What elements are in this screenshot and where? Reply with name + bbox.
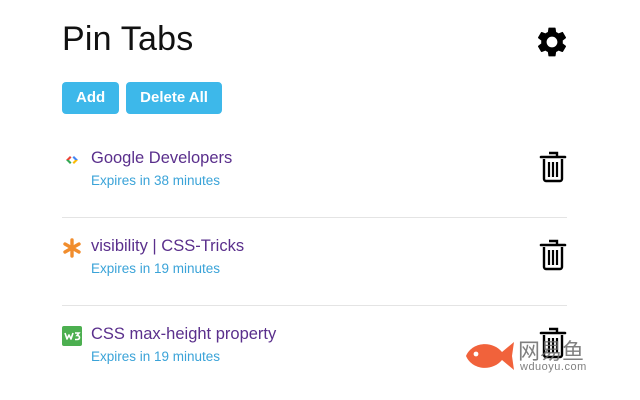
css-tricks-icon: [62, 238, 82, 258]
trash-icon: [539, 151, 567, 183]
tab-title-link[interactable]: visibility | CSS-Tricks: [91, 237, 244, 256]
toolbar: Add Delete All: [62, 82, 222, 114]
list-item: Google Developers Expires in 38 minutes: [62, 130, 567, 218]
delete-all-button[interactable]: Delete All: [126, 82, 222, 114]
google-developers-icon: [62, 150, 82, 170]
tab-title-link[interactable]: Google Developers: [91, 149, 232, 168]
expires-text: Expires in 38 minutes: [91, 173, 221, 188]
page-title: Pin Tabs: [62, 20, 194, 58]
expires-text: Expires in 19 minutes: [91, 349, 221, 364]
delete-tab-button[interactable]: [539, 239, 567, 271]
list-item: visibility | CSS-Tricks Expires in 19 mi…: [62, 218, 567, 306]
delete-tab-button[interactable]: [539, 151, 567, 183]
watermark-text-en: wduoyu.com: [520, 361, 587, 373]
tab-title-link[interactable]: CSS max-height property: [91, 325, 276, 344]
add-button[interactable]: Add: [62, 82, 120, 114]
fish-logo-icon: [466, 342, 514, 370]
settings-button[interactable]: [534, 24, 570, 60]
pin-tabs-popup: Pin Tabs Add Delete All Google Developer…: [0, 0, 640, 400]
w3schools-icon: [62, 326, 82, 346]
watermark: 网易鱼 wduoyu.com: [462, 330, 612, 380]
trash-icon: [539, 239, 567, 271]
expires-text: Expires in 19 minutes: [91, 261, 221, 276]
gear-icon: [537, 27, 567, 57]
